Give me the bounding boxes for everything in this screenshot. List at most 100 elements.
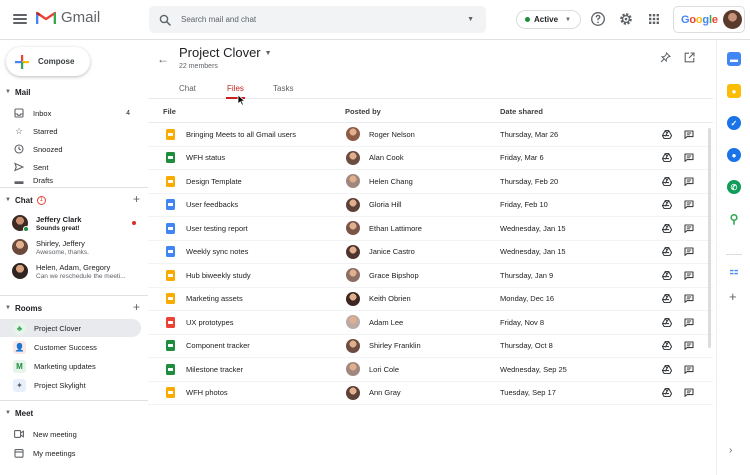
- message-icon[interactable]: [684, 153, 694, 163]
- nav-item-starred[interactable]: ☆ Starred: [0, 122, 140, 140]
- message-icon[interactable]: [684, 318, 694, 327]
- table-row[interactable]: Marketing assets Keith Obrien Monday, Dec …: [148, 288, 713, 311]
- file-name[interactable]: WFH status: [186, 153, 225, 162]
- table-row[interactable]: WFH status Alan Cook Friday, Mar 6: [148, 147, 713, 170]
- google-drive-icon[interactable]: [662, 247, 672, 257]
- file-name[interactable]: UX prototypes: [186, 318, 234, 327]
- table-row[interactable]: User feedbacks Gloria Hill Friday, Feb 10: [148, 194, 713, 217]
- compose-button[interactable]: Compose: [6, 47, 90, 76]
- pin-icon[interactable]: [660, 52, 671, 63]
- crm-app-icon[interactable]: ⚏: [727, 264, 741, 278]
- google-drive-icon[interactable]: [662, 294, 672, 304]
- file-name[interactable]: Marketing assets: [186, 294, 243, 303]
- gmail-logo[interactable]: Gmail: [36, 9, 100, 26]
- table-row[interactable]: UX prototypes Adam Lee Friday, Nov 8: [148, 311, 713, 335]
- file-name[interactable]: User feedbacks: [186, 200, 238, 209]
- message-icon[interactable]: [684, 365, 694, 374]
- table-row[interactable]: WFH photos Ann Gray Tuesday, Sep 17: [148, 382, 713, 405]
- contacts-app-icon[interactable]: ●: [727, 148, 741, 162]
- help-icon[interactable]: [590, 11, 606, 27]
- add-chat-icon[interactable]: +: [133, 192, 140, 206]
- google-drive-icon[interactable]: [662, 341, 672, 351]
- nav-item-inbox[interactable]: Inbox 4: [0, 104, 140, 122]
- column-header-posted-by[interactable]: Posted by: [345, 107, 381, 116]
- message-icon[interactable]: [684, 224, 694, 233]
- open-in-new-icon[interactable]: [684, 52, 695, 63]
- room-title-button[interactable]: Project Clover ▼: [179, 45, 272, 60]
- meet-section-header[interactable]: ▼ Meet: [0, 406, 148, 420]
- chevron-right-icon[interactable]: ›: [729, 445, 732, 456]
- maps-app-icon[interactable]: ⚲: [727, 212, 741, 226]
- google-drive-icon[interactable]: [662, 223, 672, 233]
- search-options-icon[interactable]: ▼: [467, 16, 474, 23]
- message-icon[interactable]: [684, 247, 694, 257]
- phone-app-icon[interactable]: ✆: [727, 180, 741, 194]
- column-header-file[interactable]: File: [163, 107, 176, 116]
- table-row[interactable]: Component tracker Shirley Franklin Thursda…: [148, 335, 713, 358]
- table-row[interactable]: Weekly sync notes Janice Castro Wednesday,…: [148, 241, 713, 264]
- chat-item-jeffery-clark[interactable]: Jeffery Clark Sounds great!: [0, 211, 148, 235]
- message-icon[interactable]: [684, 177, 694, 186]
- account-avatar[interactable]: [722, 10, 742, 29]
- message-icon[interactable]: [684, 341, 694, 351]
- google-drive-icon[interactable]: [662, 200, 672, 210]
- keep-app-icon[interactable]: ●: [727, 84, 741, 98]
- room-item-project-skylight[interactable]: ✦ Project Skylight: [0, 376, 141, 394]
- message-icon[interactable]: [684, 388, 694, 398]
- main-menu-icon[interactable]: [12, 11, 28, 27]
- meet-item-new-meeting[interactable]: New meeting: [0, 425, 140, 443]
- file-name[interactable]: Milestone tracker: [186, 365, 243, 374]
- file-name[interactable]: Hub biweekly study: [186, 271, 251, 280]
- google-account-button[interactable]: Google: [673, 6, 745, 33]
- mail-section-header[interactable]: ▼ Mail: [0, 85, 148, 99]
- file-name[interactable]: Design Template: [186, 177, 242, 186]
- nav-item-drafts[interactable]: ▬ Drafts: [0, 176, 140, 186]
- column-header-date-shared[interactable]: Date shared: [500, 107, 543, 116]
- rooms-section-header[interactable]: ▼ Rooms +: [0, 300, 148, 315]
- room-item-project-clover[interactable]: ♣ Project Clover: [0, 319, 141, 337]
- google-drive-icon[interactable]: [662, 317, 672, 327]
- table-row[interactable]: Milestone tracker Lori Cole Wednesday, Sep…: [148, 358, 713, 382]
- back-arrow-icon[interactable]: ←: [157, 52, 169, 66]
- google-drive-icon[interactable]: [662, 388, 672, 398]
- table-row[interactable]: Design Template Helen Chang Thursday, Feb …: [148, 170, 713, 194]
- file-name[interactable]: Component tracker: [186, 341, 250, 350]
- room-item-marketing-updates[interactable]: M Marketing updates: [0, 357, 141, 375]
- tasks-app-icon[interactable]: ✓: [727, 116, 741, 130]
- tab-chat[interactable]: Chat: [179, 84, 196, 93]
- google-drive-icon[interactable]: [662, 129, 672, 139]
- search-bar[interactable]: ▼: [149, 6, 486, 33]
- google-drive-icon[interactable]: [662, 270, 672, 280]
- settings-gear-icon[interactable]: [618, 11, 634, 27]
- vertical-scrollbar[interactable]: [708, 128, 711, 348]
- google-drive-icon[interactable]: [662, 176, 672, 186]
- nav-item-sent[interactable]: Sent: [0, 158, 140, 176]
- chat-section-header[interactable]: ▼ Chat 1 +: [0, 192, 148, 207]
- calendar-app-icon[interactable]: ▬: [727, 52, 741, 66]
- room-item-customer-success[interactable]: 👤 Customer Success: [0, 338, 141, 356]
- tab-tasks[interactable]: Tasks: [273, 84, 293, 93]
- add-app-icon[interactable]: +: [729, 289, 737, 304]
- file-name[interactable]: Weekly sync notes: [186, 247, 248, 256]
- tab-files[interactable]: Files: [227, 84, 244, 93]
- chat-item-helen-adam-gregory[interactable]: Helen, Adam, Gregory Can we reschedule t…: [0, 259, 148, 283]
- table-row[interactable]: Bringing Meets to all Gmail users Roger N…: [148, 123, 713, 147]
- google-drive-icon[interactable]: [662, 153, 672, 163]
- meet-item-my-meetings[interactable]: My meetings: [0, 444, 140, 462]
- status-selector[interactable]: Active ▼: [516, 10, 581, 29]
- search-input[interactable]: [181, 15, 468, 24]
- message-icon[interactable]: [684, 271, 694, 280]
- file-name[interactable]: User testing report: [186, 224, 248, 233]
- chat-item-shirley-jeffery[interactable]: Shirley, Jeffery Awesome, thanks.: [0, 235, 148, 259]
- google-drive-icon[interactable]: [662, 364, 672, 374]
- table-row[interactable]: Hub biweekly study Grace Bipshop Thursday,…: [148, 264, 713, 288]
- file-name[interactable]: Bringing Meets to all Gmail users: [186, 130, 296, 139]
- table-row[interactable]: User testing report Ethan Lattimore Wednes…: [148, 217, 713, 241]
- message-icon[interactable]: [684, 130, 694, 139]
- apps-grid-icon[interactable]: [646, 11, 662, 27]
- nav-item-snoozed[interactable]: Snoozed: [0, 140, 140, 158]
- search-icon[interactable]: [159, 14, 171, 26]
- message-icon[interactable]: [684, 294, 694, 304]
- add-room-icon[interactable]: +: [133, 300, 140, 314]
- file-name[interactable]: WFH photos: [186, 388, 228, 397]
